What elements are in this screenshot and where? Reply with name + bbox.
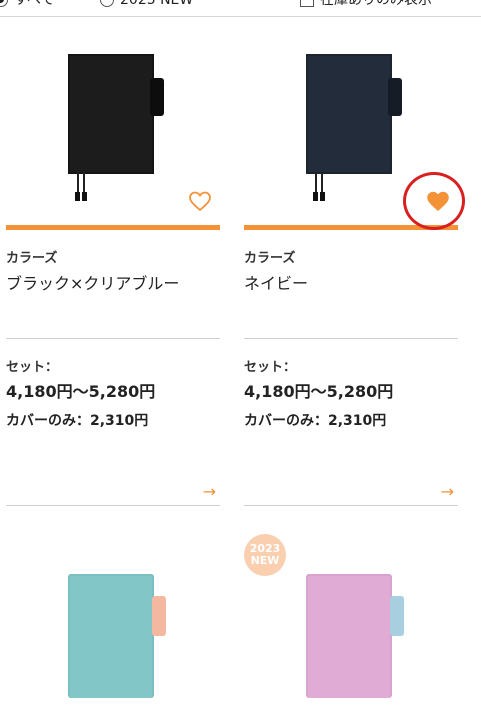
badge-new: NEW — [250, 554, 280, 567]
cover-only-price: カバーのみ：2,310円 — [6, 413, 149, 429]
product-image[interactable] — [6, 36, 220, 224]
radio-icon[interactable] — [100, 0, 114, 7]
favorite-heart-icon[interactable] — [188, 190, 212, 214]
filter-bar: すべて 2025 NEW 在庫ありのみ表示 — [0, 0, 481, 17]
filter-new-label: 2025 NEW — [120, 0, 194, 8]
color-name[interactable]: ネイビー — [244, 270, 308, 294]
arrow-right-icon[interactable]: → — [203, 482, 216, 501]
set-label: セット： — [244, 360, 297, 375]
notebook-teal-image[interactable] — [6, 540, 220, 701]
new-badge: 2023 NEW — [244, 534, 286, 576]
stock-only-label: 在庫ありのみ表示 — [320, 0, 432, 8]
divider — [6, 338, 220, 339]
filter-all-radio[interactable]: すべて — [0, 0, 54, 8]
product-image[interactable] — [244, 36, 458, 224]
product-card[interactable]: 2023 NEW — [244, 534, 458, 705]
set-price: 4,180円～5,280円 — [6, 382, 156, 401]
checkbox-icon[interactable] — [300, 0, 314, 7]
favorite-heart-filled-icon[interactable] — [426, 190, 450, 214]
color-heading: カラーズ — [244, 251, 296, 266]
divider — [6, 505, 220, 506]
accent-bar — [6, 225, 220, 230]
filter-all-label: すべて — [14, 0, 55, 8]
stock-only-checkbox[interactable]: 在庫ありのみ表示 — [300, 0, 432, 8]
divider — [244, 338, 458, 339]
product-card[interactable] — [6, 540, 220, 705]
arrow-right-icon[interactable]: → — [441, 482, 454, 501]
filter-new-radio[interactable]: 2025 NEW — [100, 0, 193, 8]
divider — [244, 505, 458, 506]
color-name[interactable]: ブラック×クリアブルー — [6, 270, 179, 294]
accent-bar — [244, 225, 458, 230]
set-price: 4,180円～5,280円 — [244, 382, 394, 401]
color-heading: カラーズ — [6, 251, 58, 266]
cover-only-price: カバーのみ：2,310円 — [244, 413, 387, 429]
set-label: セット： — [6, 360, 59, 375]
radio-selected-icon[interactable] — [0, 0, 8, 7]
